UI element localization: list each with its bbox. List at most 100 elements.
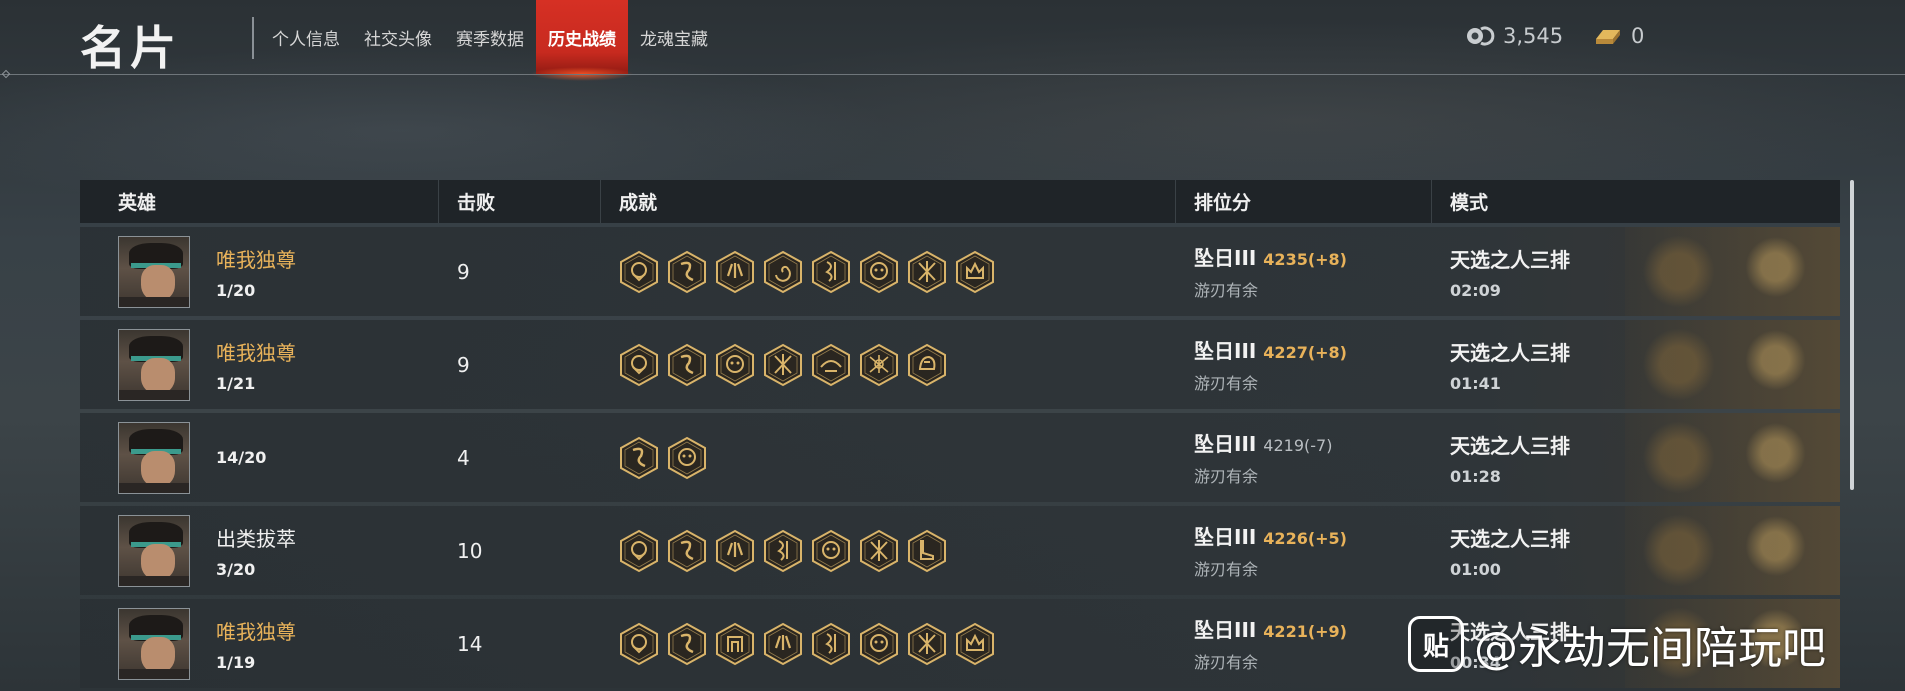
swirl-badge-icon[interactable] xyxy=(763,250,803,294)
column-header-kills: 击败 xyxy=(439,180,601,223)
serpent-badge-icon[interactable] xyxy=(811,250,851,294)
rank-cell: 坠日III 4227(+8) 游刃有余 xyxy=(1176,320,1432,409)
rank-cell: 坠日III 4226(+5) 游刃有余 xyxy=(1176,506,1432,595)
placement: 3/20 xyxy=(216,559,256,579)
crown-badge-icon[interactable] xyxy=(955,622,995,666)
rank-score: 4221(+9) xyxy=(1263,622,1347,641)
table-header: 英雄 击败 成就 排位分 模式 xyxy=(80,180,1840,223)
beast-badge-icon[interactable] xyxy=(667,436,707,480)
tab-dragon-treasure[interactable]: 龙魂宝藏 xyxy=(628,0,720,75)
cross-blades-badge-icon[interactable] xyxy=(763,343,803,387)
mode-cell: 天选之人三排 01:00 xyxy=(1432,506,1840,595)
mask-badge-icon[interactable] xyxy=(619,622,659,666)
hero-cell: 唯我独尊 1/21 xyxy=(80,320,439,409)
column-header-hero: 英雄 xyxy=(80,180,439,223)
table-row[interactable]: 唯我独尊 1/20 9 坠日III 4235(+8) 游刃有余 天选之人三排 02:09 xyxy=(80,227,1840,316)
hero-avatar[interactable] xyxy=(118,607,190,680)
tiger-badge-icon[interactable] xyxy=(907,343,947,387)
rank-score: 4227(+8) xyxy=(1263,343,1347,362)
rank-cell: 坠日III 4235(+8) 游刃有余 xyxy=(1176,227,1432,316)
achievement-badges xyxy=(601,320,1176,409)
mode-name: 天选之人三排 xyxy=(1450,340,1570,365)
match-duration: 01:41 xyxy=(1450,373,1501,393)
hero-avatar[interactable] xyxy=(118,514,190,587)
tab-profile[interactable]: 个人信息 xyxy=(260,0,352,75)
hero-cell: 唯我独尊 1/20 xyxy=(80,227,439,316)
achievement-badges xyxy=(601,599,1176,688)
rank-cell: 坠日III 4221(+9) 游刃有余 xyxy=(1176,599,1432,688)
mask-badge-icon[interactable] xyxy=(619,250,659,294)
column-header-achievements: 成就 xyxy=(601,180,1176,223)
kills-value: 10 xyxy=(457,538,483,563)
gold-ingot-icon xyxy=(1596,30,1620,44)
mode-cell: 天选之人三排 01:28 xyxy=(1432,413,1840,502)
dragon-badge-icon[interactable] xyxy=(667,250,707,294)
rank-score: 4226(+5) xyxy=(1263,529,1347,548)
rank-tier: 坠日III xyxy=(1194,432,1257,456)
tab-season-stats[interactable]: 赛季数据 xyxy=(444,0,536,75)
rank-tier: 坠日III xyxy=(1194,525,1257,549)
achievement-badges xyxy=(601,413,1176,502)
rank-subtitle: 游刃有余 xyxy=(1194,467,1259,486)
placement: 1/21 xyxy=(216,373,256,393)
rank-cell: 坠日III 4219(-7) 游刃有余 xyxy=(1176,413,1432,502)
rank-subtitle: 游刃有余 xyxy=(1194,560,1259,579)
table-row[interactable]: 出类拔萃 3/20 10 坠日III 4226(+5) 游刃有余 天选之人三排 01:00 xyxy=(80,506,1840,595)
hero-avatar[interactable] xyxy=(118,235,190,308)
gold-amount: 0 xyxy=(1631,24,1645,48)
crown-badge-icon[interactable] xyxy=(955,250,995,294)
claw-badge-icon[interactable] xyxy=(715,529,755,573)
scrollbar[interactable] xyxy=(1850,180,1854,490)
crossed-spears-badge-icon[interactable] xyxy=(859,343,899,387)
beast-badge-icon[interactable] xyxy=(859,250,899,294)
jade-coin-icon xyxy=(1467,26,1495,46)
cross-blades-badge-icon[interactable] xyxy=(907,622,947,666)
dragon-badge-icon[interactable] xyxy=(619,436,659,480)
watermark-text: @永劫无间陪玩吧 xyxy=(1474,623,1826,674)
mode-cell: 天选之人三排 02:09 xyxy=(1432,227,1840,316)
dragon-badge-icon[interactable] xyxy=(667,343,707,387)
cross-blades-badge-icon[interactable] xyxy=(907,250,947,294)
claw-badge-icon[interactable] xyxy=(715,250,755,294)
match-title: 唯我独尊 xyxy=(216,619,296,644)
rank-subtitle: 游刃有余 xyxy=(1194,374,1259,393)
cross-blades-badge-icon[interactable] xyxy=(859,529,899,573)
mask-badge-icon[interactable] xyxy=(619,529,659,573)
beast-badge-icon[interactable] xyxy=(859,622,899,666)
table-row[interactable]: 14/20 4 坠日III 4219(-7) 游刃有余 天选之人三排 01:28 xyxy=(80,413,1840,502)
mask-badge-icon[interactable] xyxy=(619,343,659,387)
tab-bar: 个人信息 社交头像 赛季数据 历史战绩 龙魂宝藏 xyxy=(260,0,720,81)
mode-cell: 天选之人三排 01:41 xyxy=(1432,320,1840,409)
gate-badge-icon[interactable] xyxy=(715,622,755,666)
rank-tier: 坠日III xyxy=(1194,246,1257,270)
serpent-badge-icon[interactable] xyxy=(811,622,851,666)
rank-tier: 坠日III xyxy=(1194,618,1257,642)
beast-badge-icon[interactable] xyxy=(811,529,851,573)
beast-badge-icon[interactable] xyxy=(715,343,755,387)
match-duration: 01:28 xyxy=(1450,466,1501,486)
dragon-badge-icon[interactable] xyxy=(667,529,707,573)
boot-badge-icon[interactable] xyxy=(907,529,947,573)
hero-avatar[interactable] xyxy=(118,421,190,494)
jade-amount: 3,545 xyxy=(1503,24,1564,48)
jade-currency: 3,545 xyxy=(1465,24,1563,48)
tab-match-history[interactable]: 历史战绩 xyxy=(530,0,634,81)
tieba-logo: 贴 xyxy=(1408,616,1464,672)
claw-badge-icon[interactable] xyxy=(763,622,803,666)
table-row[interactable]: 唯我独尊 1/21 9 坠日III 4227(+8) 游刃有余 天选之人三排 01:41 xyxy=(80,320,1840,409)
match-title: 出类拔萃 xyxy=(216,526,296,551)
kills-value: 9 xyxy=(457,259,470,284)
hero-avatar[interactable] xyxy=(118,328,190,401)
rank-score: 4219(-7) xyxy=(1263,436,1333,455)
match-title: 唯我独尊 xyxy=(216,340,296,365)
wings-badge-icon[interactable] xyxy=(811,343,851,387)
dragon-badge-icon[interactable] xyxy=(667,622,707,666)
serpent-badge-icon[interactable] xyxy=(763,529,803,573)
header-divider xyxy=(0,74,1905,75)
column-header-mode: 模式 xyxy=(1450,192,1489,214)
page-title: 名片 xyxy=(80,21,180,75)
achievement-badges xyxy=(601,227,1176,316)
hero-cell: 出类拔萃 3/20 xyxy=(80,506,439,595)
tab-social-avatar[interactable]: 社交头像 xyxy=(352,0,444,75)
mode-name: 天选之人三排 xyxy=(1450,526,1570,551)
